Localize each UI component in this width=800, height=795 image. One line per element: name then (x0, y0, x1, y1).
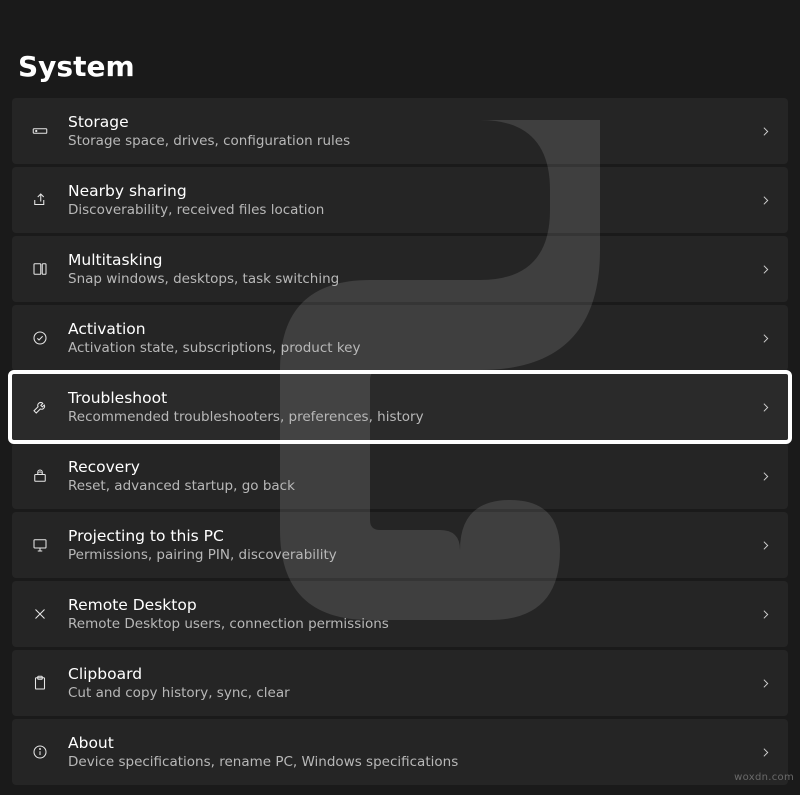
item-subtitle: Recommended troubleshooters, preferences… (68, 409, 759, 425)
item-title: Clipboard (68, 665, 759, 683)
item-title: Troubleshoot (68, 389, 759, 407)
chevron-right-icon (759, 539, 772, 552)
recovery-icon (22, 467, 58, 485)
item-subtitle: Snap windows, desktops, task switching (68, 271, 759, 287)
settings-item-about[interactable]: About Device specifications, rename PC, W… (12, 719, 788, 785)
page-title: System (0, 0, 800, 98)
item-subtitle: Cut and copy history, sync, clear (68, 685, 759, 701)
item-title: Activation (68, 320, 759, 338)
settings-item-activation[interactable]: Activation Activation state, subscription… (12, 305, 788, 371)
chevron-right-icon (759, 125, 772, 138)
activation-icon (22, 329, 58, 347)
settings-item-troubleshoot[interactable]: Troubleshoot Recommended troubleshooters,… (12, 374, 788, 440)
item-subtitle: Activation state, subscriptions, product… (68, 340, 759, 356)
clipboard-icon (22, 674, 58, 692)
item-subtitle: Reset, advanced startup, go back (68, 478, 759, 494)
item-title: Remote Desktop (68, 596, 759, 614)
settings-item-recovery[interactable]: Recovery Reset, advanced startup, go back (12, 443, 788, 509)
multitask-icon (22, 260, 58, 278)
chevron-right-icon (759, 263, 772, 276)
info-icon (22, 743, 58, 761)
settings-item-nearby-sharing[interactable]: Nearby sharing Discoverability, received … (12, 167, 788, 233)
item-title: Storage (68, 113, 759, 131)
settings-item-storage[interactable]: Storage Storage space, drives, configurat… (12, 98, 788, 164)
settings-item-clipboard[interactable]: Clipboard Cut and copy history, sync, cle… (12, 650, 788, 716)
item-title: Multitasking (68, 251, 759, 269)
chevron-right-icon (759, 194, 772, 207)
chevron-right-icon (759, 332, 772, 345)
remote-icon (22, 605, 58, 623)
item-subtitle: Remote Desktop users, connection permiss… (68, 616, 759, 632)
chevron-right-icon (759, 677, 772, 690)
chevron-right-icon (759, 470, 772, 483)
item-subtitle: Permissions, pairing PIN, discoverabilit… (68, 547, 759, 563)
settings-list: Storage Storage space, drives, configurat… (0, 98, 800, 795)
settings-item-projecting-to-this-pc[interactable]: Projecting to this PC Permissions, pairin… (12, 512, 788, 578)
item-title: Nearby sharing (68, 182, 759, 200)
wrench-icon (22, 398, 58, 416)
item-title: About (68, 734, 759, 752)
item-title: Projecting to this PC (68, 527, 759, 545)
item-subtitle: Discoverability, received files location (68, 202, 759, 218)
item-title: Recovery (68, 458, 759, 476)
chevron-right-icon (759, 608, 772, 621)
share-icon (22, 191, 58, 209)
project-icon (22, 536, 58, 554)
settings-item-remote-desktop[interactable]: Remote Desktop Remote Desktop users, conn… (12, 581, 788, 647)
storage-icon (22, 122, 58, 140)
chevron-right-icon (759, 401, 772, 414)
item-subtitle: Storage space, drives, configuration rul… (68, 133, 759, 149)
chevron-right-icon (759, 746, 772, 759)
watermark-credit: woxdn.com (734, 772, 794, 783)
item-subtitle: Device specifications, rename PC, Window… (68, 754, 759, 770)
settings-item-multitasking[interactable]: Multitasking Snap windows, desktops, task… (12, 236, 788, 302)
